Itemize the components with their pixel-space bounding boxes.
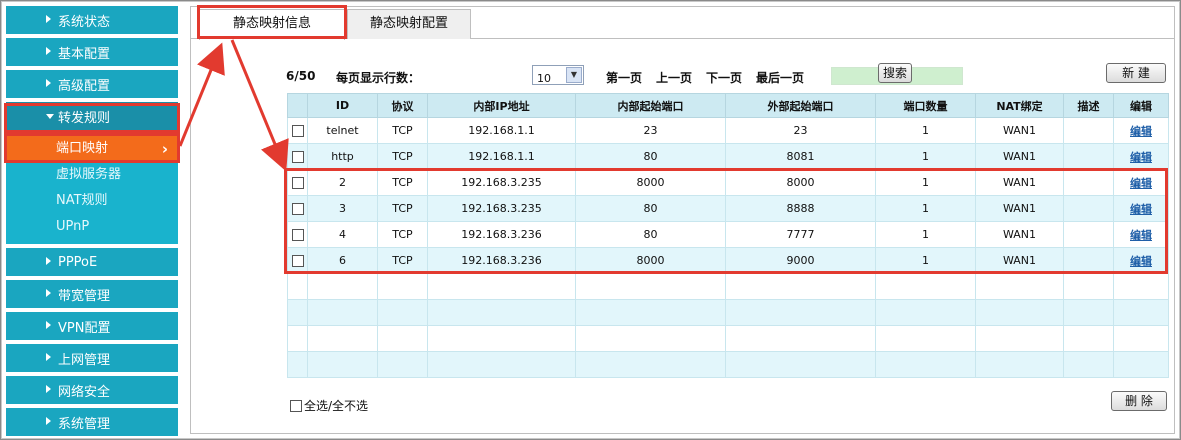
header-external-start-port: 外部起始端口 [725, 93, 876, 118]
caret-right-icon [46, 257, 51, 265]
highlight-tab [197, 5, 347, 39]
header-select [287, 93, 308, 118]
cell-nat: WAN1 [975, 143, 1064, 170]
caret-right-icon [46, 353, 51, 361]
header-id: ID [307, 93, 378, 118]
rows-per-page-label: 每页显示行数： [336, 71, 421, 85]
edit-link[interactable]: 编辑 [1130, 125, 1152, 138]
record-count: 6/50 [286, 69, 316, 83]
first-page-link[interactable]: 第一页 [606, 69, 642, 86]
select-all-checkbox[interactable] [290, 399, 302, 412]
table-row: http TCP 192.168.1.1 80 8081 1 WAN1 编辑 [287, 143, 1169, 170]
caret-right-icon [46, 417, 51, 425]
new-button[interactable]: 新 建 [1106, 63, 1166, 83]
header-description: 描述 [1063, 93, 1114, 118]
sidebar-subitem-nat-rules[interactable]: NAT规则 [6, 188, 178, 214]
chevron-down-icon: ▼ [566, 67, 582, 83]
toolbar: 6/50 每页显示行数： 10 ▼ 第一页 上一页 下一页 最后一页 [286, 65, 1166, 87]
caret-right-icon [46, 289, 51, 297]
header-internal-start-port: 内部起始端口 [575, 93, 726, 118]
table-row-empty [287, 273, 1169, 300]
next-page-link[interactable]: 下一页 [706, 69, 742, 86]
rows-per-page-select[interactable]: 10 ▼ [532, 65, 584, 85]
cell-in-port: 23 [575, 117, 726, 144]
delete-button[interactable]: 删 除 [1111, 391, 1167, 411]
caret-right-icon [46, 385, 51, 393]
sidebar-subitem-upnp[interactable]: UPnP [6, 214, 178, 240]
sidebar: 系统状态 基本配置 高级配置 转发规则 端口映射 › 虚拟服务器 NAT规则 UP… [6, 6, 178, 440]
last-page-link[interactable]: 最后一页 [756, 69, 804, 86]
highlight-forwarding-rules [4, 103, 180, 133]
cell-in-port: 80 [575, 143, 726, 170]
caret-right-icon [46, 321, 51, 329]
table-row: telnet TCP 192.168.1.1 23 23 1 WAN1 编辑 [287, 117, 1169, 144]
sidebar-item-bandwidth[interactable]: 带宽管理 [6, 280, 178, 308]
highlight-table-rows [284, 168, 1168, 274]
header-internal-ip: 内部IP地址 [427, 93, 576, 118]
select-all-label: 全选/全不选 [304, 399, 369, 413]
tab-static-mapping-config[interactable]: 静态映射配置 [347, 9, 471, 39]
highlight-port-mapping [4, 133, 180, 163]
sidebar-item-system-status[interactable]: 系统状态 [6, 6, 178, 34]
cell-nat: WAN1 [975, 117, 1064, 144]
header-edit: 编辑 [1113, 93, 1169, 118]
table-header-row: ID 协议 内部IP地址 内部起始端口 外部起始端口 端口数量 NAT绑定 描述… [287, 93, 1169, 118]
sidebar-item-vpn[interactable]: VPN配置 [6, 312, 178, 340]
header-nat-binding: NAT绑定 [975, 93, 1064, 118]
cell-count: 1 [875, 117, 976, 144]
sidebar-item-system-management[interactable]: 系统管理 [6, 408, 178, 436]
sidebar-item-basic-config[interactable]: 基本配置 [6, 38, 178, 66]
cell-id: telnet [307, 117, 378, 144]
caret-right-icon [46, 47, 51, 55]
table-row-empty [287, 325, 1169, 352]
sidebar-item-pppoe[interactable]: PPPoE [6, 248, 178, 276]
cell-ip: 192.168.1.1 [427, 143, 576, 170]
prev-page-link[interactable]: 上一页 [656, 69, 692, 86]
cell-desc [1063, 117, 1114, 144]
select-all-control[interactable]: 全选/全不选 [290, 397, 368, 414]
caret-right-icon [46, 79, 51, 87]
caret-right-icon [46, 15, 51, 23]
table-row-empty [287, 351, 1169, 378]
table-row-empty [287, 299, 1169, 326]
cell-id: http [307, 143, 378, 170]
cell-out-port: 8081 [725, 143, 876, 170]
row-checkbox[interactable] [291, 125, 304, 137]
header-port-count: 端口数量 [875, 93, 976, 118]
search-button[interactable]: 搜索 [878, 63, 912, 83]
sidebar-item-internet-management[interactable]: 上网管理 [6, 344, 178, 372]
header-protocol: 协议 [377, 93, 428, 118]
cell-desc [1063, 143, 1114, 170]
sidebar-item-advanced-config[interactable]: 高级配置 [6, 70, 178, 98]
sidebar-item-network-security[interactable]: 网络安全 [6, 376, 178, 404]
row-checkbox[interactable] [291, 151, 304, 163]
cell-out-port: 23 [725, 117, 876, 144]
cell-ip: 192.168.1.1 [427, 117, 576, 144]
sidebar-subitem-virtual-server[interactable]: 虚拟服务器 [6, 162, 178, 188]
cell-count: 1 [875, 143, 976, 170]
cell-protocol: TCP [377, 117, 428, 144]
edit-link[interactable]: 编辑 [1130, 151, 1152, 164]
cell-protocol: TCP [377, 143, 428, 170]
